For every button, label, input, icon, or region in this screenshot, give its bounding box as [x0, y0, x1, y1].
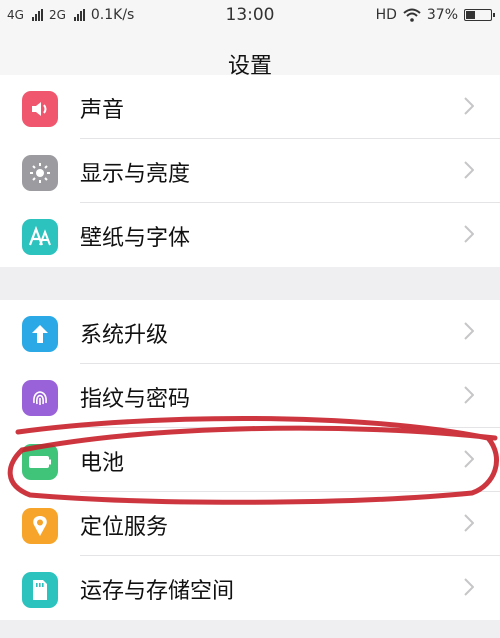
hd-label: HD [375, 7, 397, 23]
settings-row[interactable]: 声音 [0, 75, 500, 139]
settings-row[interactable]: 系统升级 [0, 300, 500, 364]
fingerprint-icon [22, 380, 58, 416]
status-right: HD 37% [375, 7, 495, 23]
settings-row-label: 电池 [80, 451, 125, 476]
chevron-right-icon [464, 514, 475, 536]
chevron-right-icon [464, 578, 475, 600]
battery-icon [22, 444, 58, 480]
storage-icon [22, 572, 58, 608]
font-icon [22, 219, 58, 255]
chevron-right-icon [464, 225, 475, 247]
speaker-icon [22, 91, 58, 127]
settings-row[interactable]: 壁纸与字体 [0, 203, 500, 267]
battery-level-fill [466, 11, 475, 19]
location-icon [22, 508, 58, 544]
battery-status-icon [464, 9, 495, 21]
settings-row[interactable]: 电池 [0, 428, 500, 492]
settings-row-label: 指纹与密码 [80, 387, 191, 412]
settings-row-label: 系统升级 [80, 323, 169, 348]
status-bar: 4G 2G 0.1K/s 13:00 HD 37% [0, 0, 500, 32]
chevron-right-icon [464, 322, 475, 344]
settings-row-label: 定位服务 [80, 515, 169, 540]
chevron-right-icon [464, 450, 475, 472]
settings-row-label: 运存与存储空间 [80, 579, 235, 604]
settings-group-system: 系统升级指纹与密码电池定位服务运存与存储空间 [0, 300, 500, 620]
settings-row[interactable]: 指纹与密码 [0, 364, 500, 428]
settings-group-display: 声音显示与亮度壁纸与字体 [0, 75, 500, 267]
wifi-icon [403, 8, 421, 22]
upgrade-icon [22, 316, 58, 352]
settings-row[interactable]: 定位服务 [0, 492, 500, 556]
battery-percent: 37% [426, 7, 458, 23]
chevron-right-icon [464, 386, 475, 408]
settings-row-label: 壁纸与字体 [80, 226, 191, 251]
chevron-right-icon [464, 97, 475, 119]
settings-row-label: 声音 [80, 98, 125, 123]
chevron-right-icon [464, 161, 475, 183]
settings-row-label: 显示与亮度 [80, 162, 191, 187]
settings-row[interactable]: 显示与亮度 [0, 139, 500, 203]
settings-row[interactable]: 运存与存储空间 [0, 556, 500, 620]
sun-icon [22, 155, 58, 191]
